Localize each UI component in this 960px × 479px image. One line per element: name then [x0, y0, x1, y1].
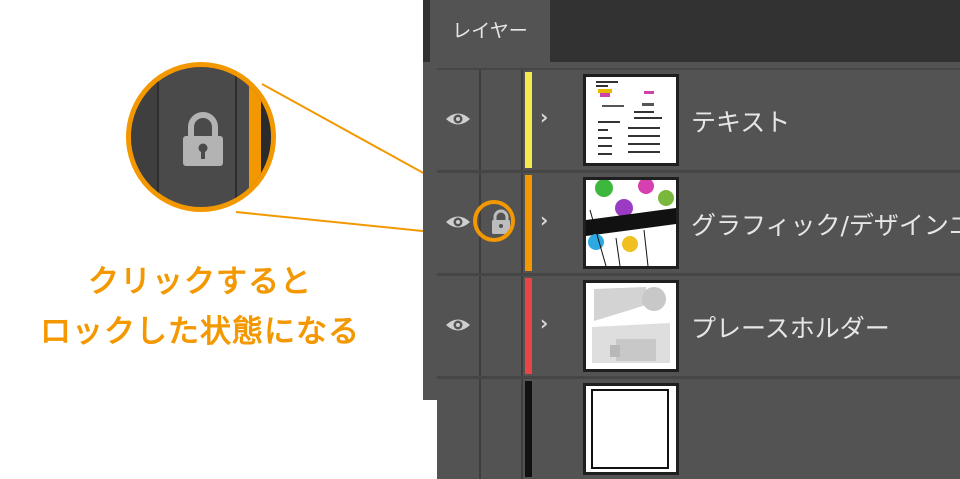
layer-color-bar: [525, 175, 532, 271]
layer-row-text[interactable]: › テキスト: [437, 70, 960, 170]
eye-icon[interactable]: [445, 314, 471, 336]
layer-name[interactable]: テキスト: [691, 103, 790, 139]
tab-layers[interactable]: レイヤー: [430, 0, 550, 62]
expand-chevron-icon[interactable]: ›: [540, 311, 548, 335]
layer-name[interactable]: プレースホルダー: [691, 309, 890, 345]
layer-name[interactable]: グラフィック/デザインエ: [691, 206, 960, 242]
caption-line-2: ロックした状態になる: [40, 314, 360, 350]
expand-chevron-icon[interactable]: ›: [540, 105, 548, 129]
zoom-color-bar: [249, 67, 261, 207]
layer-thumbnail: [583, 177, 679, 269]
layers-panel: レイヤー › テキスト › グラフィック/デザインエ › プレースホルダー: [423, 0, 960, 479]
layer-row-4[interactable]: [437, 379, 960, 479]
eye-icon[interactable]: [445, 211, 471, 233]
layer-color-bar: [525, 72, 532, 168]
layer-color-bar: [525, 278, 532, 374]
caption-line-1: クリックすると: [88, 264, 312, 300]
expand-chevron-icon[interactable]: ›: [540, 208, 548, 232]
lock-highlight-ring: [473, 200, 515, 242]
zoom-magnifier: [126, 62, 276, 212]
layer-row-graphic[interactable]: › グラフィック/デザインエ: [437, 173, 960, 273]
layer-row-placeholder[interactable]: › プレースホルダー: [437, 276, 960, 376]
eye-icon[interactable]: [445, 108, 471, 130]
lock-icon: [183, 112, 223, 166]
layer-color-bar: [525, 381, 532, 477]
layer-thumbnail: [583, 383, 679, 475]
layer-thumbnail: [583, 74, 679, 166]
layer-thumbnail: [583, 280, 679, 372]
layers-list: › テキスト › グラフィック/デザインエ › プレースホルダー: [437, 68, 960, 479]
